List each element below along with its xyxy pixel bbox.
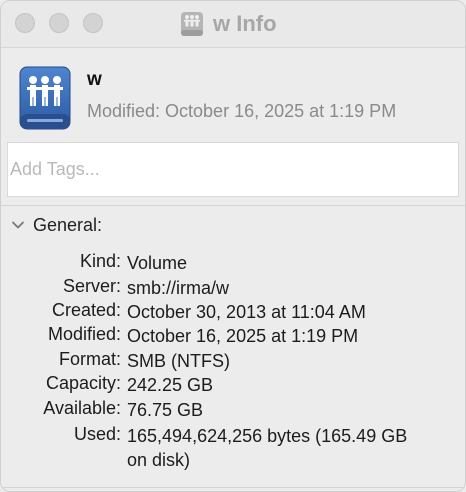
info-key: Kind: bbox=[79, 251, 121, 271]
info-row-modified: Modified: October 16, 2025 at 1:19 PM bbox=[1, 324, 465, 348]
info-row-created: Created: October 30, 2013 at 11:04 AM bbox=[1, 300, 465, 324]
info-key: Format: bbox=[58, 349, 121, 369]
info-value: 165,494,624,256 bytes (165.49 GB on disk… bbox=[127, 426, 408, 470]
info-key: Capacity: bbox=[45, 373, 121, 393]
network-volume-icon bbox=[181, 12, 203, 36]
info-row-server: Server: smb://irma/w bbox=[1, 276, 465, 300]
section-divider bbox=[1, 205, 465, 206]
info-value: SMB (NTFS) bbox=[127, 351, 230, 371]
item-name: w bbox=[87, 69, 102, 90]
info-key: Server: bbox=[62, 276, 121, 296]
minimize-window-button[interactable] bbox=[49, 13, 69, 33]
network-volume-icon bbox=[19, 66, 71, 130]
title-bar[interactable]: w Info bbox=[1, 1, 465, 48]
info-window: w Info w Modified: October 16, 2025 at 1… bbox=[0, 0, 466, 492]
tags-input[interactable] bbox=[7, 142, 459, 197]
zoom-window-button[interactable] bbox=[83, 13, 103, 33]
info-value: 76.75 GB bbox=[127, 400, 204, 420]
info-key: Created: bbox=[51, 300, 121, 320]
info-row-format: Format: SMB (NTFS) bbox=[1, 349, 465, 373]
info-row-available: Available: 76.75 GB bbox=[1, 398, 465, 422]
general-section-toggle[interactable]: General: bbox=[11, 214, 102, 236]
info-value: smb://irma/w bbox=[127, 278, 230, 298]
bottom-divider bbox=[1, 487, 465, 488]
window-title-group: w Info bbox=[179, 10, 277, 38]
chevron-down-icon bbox=[12, 221, 24, 229]
info-value: Volume bbox=[127, 253, 188, 273]
info-key: Available: bbox=[43, 398, 121, 418]
info-value: 242.25 GB bbox=[127, 375, 214, 395]
item-modified-date: Modified: October 16, 2025 at 1:19 PM bbox=[87, 101, 397, 121]
info-value: October 30, 2013 at 11:04 AM bbox=[127, 302, 366, 322]
window-title: w Info bbox=[213, 11, 277, 36]
info-key: Used: bbox=[73, 424, 121, 444]
close-window-button[interactable] bbox=[15, 13, 35, 33]
file-header: w Modified: October 16, 2025 at 1:19 PM bbox=[1, 48, 465, 138]
info-row-used: Used: 165,494,624,256 bytes (165.49 GB o… bbox=[1, 424, 465, 472]
info-row-kind: Kind: Volume bbox=[1, 251, 465, 275]
info-key: Modified: bbox=[47, 324, 121, 344]
info-row-capacity: Capacity: 242.25 GB bbox=[1, 373, 465, 397]
info-value: October 16, 2025 at 1:19 PM bbox=[127, 326, 359, 346]
general-section-label: General: bbox=[33, 214, 103, 235]
